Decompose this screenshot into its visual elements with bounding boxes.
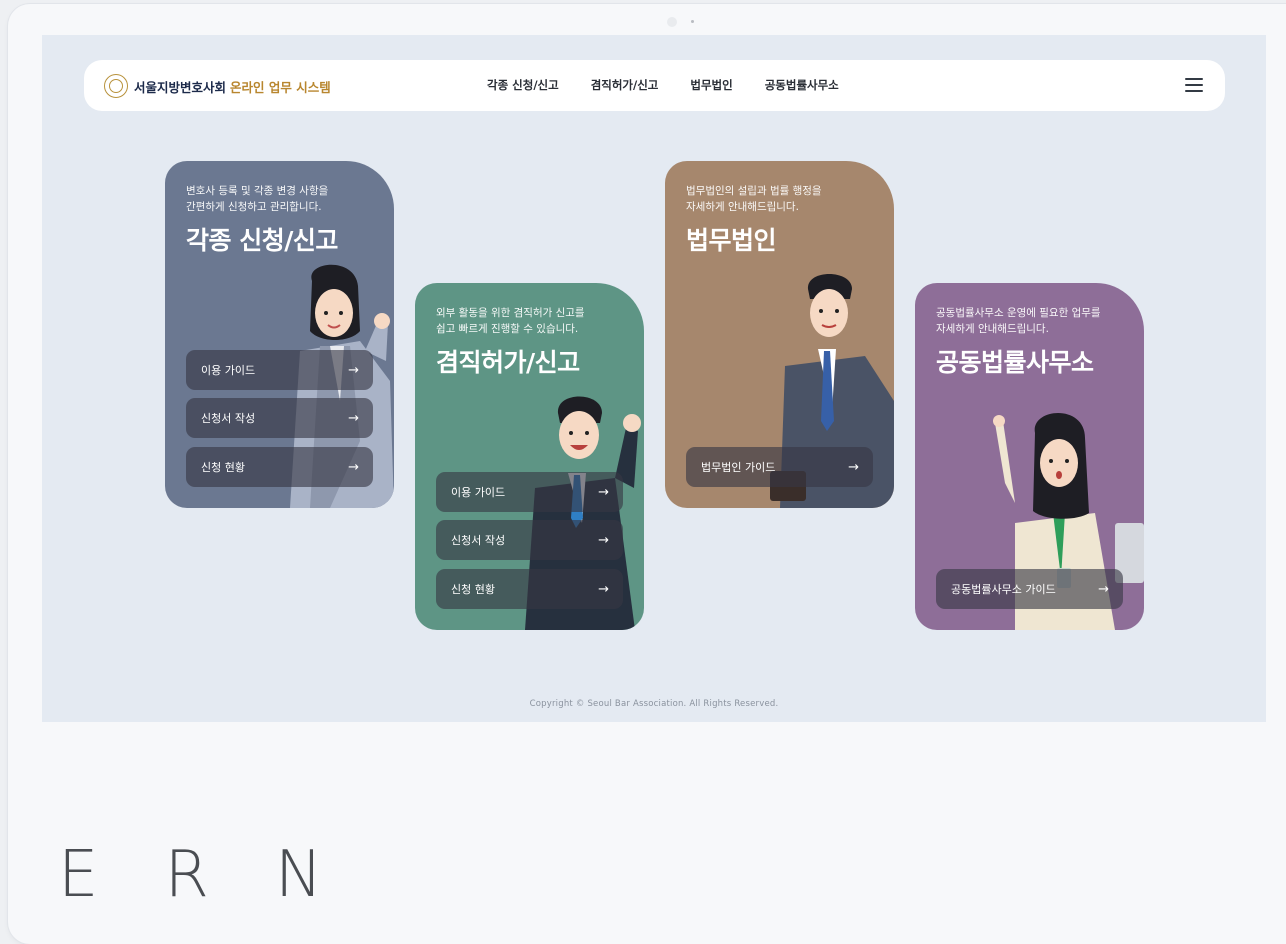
arrow-right-icon: → [848, 459, 859, 475]
card-title: 각종 신청/신고 [186, 226, 338, 255]
nav-item-joint-office[interactable]: 공동법률사무소 [765, 77, 839, 93]
decorative-large-text: ERN [58, 838, 389, 912]
arrow-right-icon: → [598, 581, 609, 597]
copyright-text: Copyright © Seoul Bar Association. All R… [529, 699, 779, 709]
hamburger-menu-icon[interactable] [1185, 78, 1203, 92]
card-description: 법무법인의 설립과 법률 행정을 자세하게 안내해드립니다. [686, 185, 822, 213]
card-applications: 변호사 등록 및 각종 변경 사항을 간편하게 신청하고 관리합니다. 각종 신… [165, 161, 394, 508]
application-status-button[interactable]: 신청 현황 → [436, 569, 623, 609]
logo-main-text: 서울지방변호사회 [134, 79, 227, 95]
application-status-button[interactable]: 신청 현황 → [186, 447, 373, 487]
arrow-right-icon: → [348, 362, 359, 378]
site-header: 서울지방변호사회 온라인 업무 시스템 각종 신청/신고 겸직허가/신고 법무법… [84, 60, 1225, 111]
card-title: 공동법률사무소 [936, 348, 1094, 377]
button-label: 법무법인 가이드 [701, 461, 776, 474]
card-description: 공동법률사무소 운영에 필요한 업무를 자세하게 안내해드립니다. [936, 307, 1101, 335]
application-form-button[interactable]: 신청서 작성 → [436, 520, 623, 560]
nav-item-concurrent-job[interactable]: 겸직허가/신고 [591, 77, 659, 93]
card-law-firm: 법무법인의 설립과 법률 행정을 자세하게 안내해드립니다. 법무법인 법무법인… [665, 161, 894, 508]
app-screen: 서울지방변호사회 온라인 업무 시스템 각종 신청/신고 겸직허가/신고 법무법… [42, 35, 1266, 722]
nav-item-applications[interactable]: 각종 신청/신고 [487, 77, 559, 93]
law-firm-guide-button[interactable]: 법무법인 가이드 → [686, 447, 873, 487]
button-label: 신청 현황 [451, 583, 495, 596]
sensor-dot [691, 20, 694, 23]
card-title: 겸직허가/신고 [436, 348, 580, 377]
main-nav: 각종 신청/신고 겸직허가/신고 법무법인 공동법률사무소 [487, 77, 839, 93]
camera-icon [667, 17, 677, 27]
nav-item-law-firm[interactable]: 법무법인 [690, 77, 732, 93]
card-description: 변호사 등록 및 각종 변경 사항을 간편하게 신청하고 관리합니다. [186, 185, 329, 213]
arrow-right-icon: → [1098, 581, 1109, 597]
usage-guide-button[interactable]: 이용 가이드 → [186, 350, 373, 390]
arrow-right-icon: → [598, 532, 609, 548]
button-label: 신청서 작성 [451, 534, 506, 547]
card-description: 외부 활동을 위한 겸직허가 신고를 쉽고 빠르게 진행할 수 있습니다. [436, 307, 585, 335]
bar-association-seal-icon [104, 74, 128, 98]
usage-guide-button[interactable]: 이용 가이드 → [436, 472, 623, 512]
button-label: 이용 가이드 [451, 486, 506, 499]
arrow-right-icon: → [348, 410, 359, 426]
card-title: 법무법인 [686, 226, 777, 255]
site-logo[interactable]: 서울지방변호사회 온라인 업무 시스템 [104, 74, 331, 98]
arrow-right-icon: → [598, 484, 609, 500]
application-form-button[interactable]: 신청서 작성 → [186, 398, 373, 438]
button-label: 이용 가이드 [201, 364, 256, 377]
arrow-right-icon: → [348, 459, 359, 475]
card-joint-office: 공동법률사무소 운영에 필요한 업무를 자세하게 안내해드립니다. 공동법률사무… [915, 283, 1144, 630]
joint-office-guide-button[interactable]: 공동법률사무소 가이드 → [936, 569, 1123, 609]
button-label: 신청 현황 [201, 461, 245, 474]
button-label: 신청서 작성 [201, 412, 256, 425]
card-concurrent-job: 외부 활동을 위한 겸직허가 신고를 쉽고 빠르게 진행할 수 있습니다. 겸직… [415, 283, 644, 630]
button-label: 공동법률사무소 가이드 [951, 583, 1056, 596]
logo-sub-text: 온라인 업무 시스템 [230, 79, 331, 95]
